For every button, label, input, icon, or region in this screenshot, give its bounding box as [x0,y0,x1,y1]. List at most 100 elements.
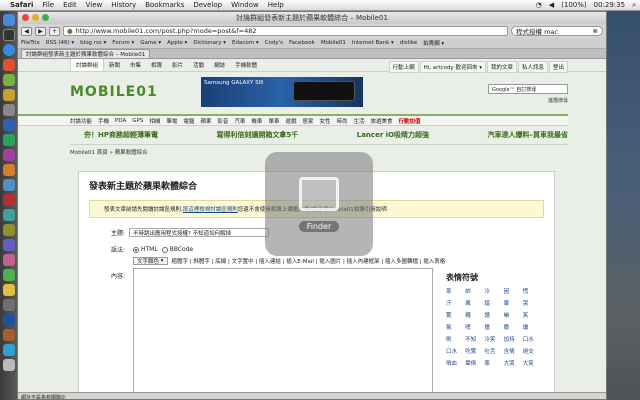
forward-button[interactable]: ▶ [35,26,46,36]
app-dock-icon[interactable] [2,269,15,281]
app-dock-icon[interactable] [2,119,15,131]
app-dock-icon[interactable] [2,104,15,116]
nav-market[interactable]: 市集 [125,59,146,71]
menu-history[interactable]: History [111,1,136,9]
emoji-item[interactable]: 含情 [504,347,523,355]
trash-dock-icon[interactable] [2,359,15,371]
category-item[interactable]: PDA [115,118,126,124]
app-dock-icon[interactable] [2,59,15,71]
category-item[interactable]: 討論功能 [70,117,92,125]
emoji-item[interactable]: 寒 [484,359,503,367]
app-dock-icon[interactable] [2,164,15,176]
promo-link[interactable]: 寫得利倍刻讓開箱文拿5千 [216,130,298,140]
emoji-item[interactable]: 口水 [523,335,542,343]
app-dock-icon[interactable] [2,299,15,311]
bookmark-item[interactable]: dislike [400,40,417,46]
category-item[interactable]: 機車 [251,117,262,125]
google-search-input[interactable]: Google™ 自訂搜尋 [488,84,568,94]
menu-window[interactable]: Window [231,1,259,9]
category-item[interactable]: 生活 [354,117,365,125]
nav-album[interactable]: 相簿 [146,59,167,71]
rules-link[interactable]: 按這裡檢視討論區規則 [183,205,238,213]
nav-events[interactable]: 活動 [188,59,209,71]
app-dock-icon[interactable] [2,89,15,101]
format-tools[interactable]: 粗體字 | 斜體字 | 底線 | 文字置中 | 插入連結 | 插入E-Mail … [172,257,446,265]
bookmark-item[interactable]: Forum ▾ [112,40,134,46]
emoji-item[interactable]: 困 [504,287,523,295]
address-bar[interactable]: ● http://www.mobile01.com/post.php?mode=… [63,26,508,36]
category-item[interactable]: 汽車 [234,117,245,125]
finder-dock-icon[interactable] [2,14,15,26]
subject-input[interactable]: 不時跳出應用程式授權? 不知道如何解掉 [129,228,269,237]
minimize-icon[interactable] [32,14,39,21]
emoji-item[interactable]: 汗 [446,299,465,307]
app-dock-icon[interactable] [2,329,15,341]
category-item[interactable]: 時尚 [337,117,348,125]
safari-dock-icon[interactable] [2,44,15,56]
menu-app[interactable]: Safari [10,1,33,9]
bookmark-item[interactable]: Facebook [289,40,315,46]
emoji-item[interactable]: 吐舌 [484,347,503,355]
promo-link[interactable]: Lancer iO吸睛力超強 [357,130,429,140]
app-dock-icon[interactable] [2,74,15,86]
nav-blog[interactable]: 網誌 [209,59,230,71]
category-item[interactable]: 電腦 [183,117,194,125]
emoji-item[interactable]: 大笑 [523,359,542,367]
emoji-item[interactable]: 笑 [523,311,542,319]
app-dock-icon[interactable] [2,344,15,356]
back-button[interactable]: ◀ [21,26,32,36]
spotlight-icon[interactable]: ⌕ [632,1,636,10]
close-icon[interactable] [22,14,29,21]
nav-forum[interactable]: 討論群組 [70,59,105,71]
bookmark-item[interactable]: blog rss ▾ [80,40,106,46]
emoji-item[interactable]: 嚇 [504,311,523,319]
bookmark-item[interactable]: Apple ▾ [167,40,187,46]
emoji-item[interactable]: 大哭 [504,359,523,367]
bookmark-item[interactable]: 拍賣網 ▾ [423,39,444,47]
wifi-icon[interactable]: ◔ [536,1,542,9]
emoji-item[interactable]: 讚 [484,311,503,319]
tab-active[interactable]: 討論群組發表新主題於蘋果軟體綜合 – Mobile01 [21,49,151,58]
search-field[interactable]: 程式授權 mac ⊗ [511,26,603,36]
app-dock-icon[interactable] [2,314,15,326]
category-item[interactable]: 筆電 [166,117,177,125]
emoji-item[interactable]: 哭 [523,299,542,307]
emoji-item[interactable]: 嗯 [465,323,484,331]
app-dock-icon[interactable] [2,194,15,206]
emoji-item[interactable]: 糟 [465,311,484,319]
emoji-item[interactable]: 加持 [504,335,523,343]
share-button[interactable]: + [49,26,60,36]
category-item[interactable]: 遊戲 [285,117,296,125]
emoji-item[interactable]: 讀 [523,323,542,331]
zoom-icon[interactable] [42,14,49,21]
emoji-item[interactable]: 吃驚 [465,347,484,355]
emoji-item[interactable]: 冷 [484,287,503,295]
content-textarea[interactable] [133,268,433,399]
app-dock-icon[interactable] [2,149,15,161]
app-dock-icon[interactable] [2,179,15,191]
category-item[interactable]: 女性 [319,117,330,125]
bookmark-item[interactable]: Mobile01 [321,40,346,46]
emoji-item[interactable]: 口水 [446,347,465,355]
emoji-item[interactable]: 撞 [484,323,503,331]
ad-banner[interactable]: Samsung GALAXY SIII [201,77,363,107]
emoji-item[interactable]: 撒 [504,323,523,331]
emoji-item[interactable]: 氣 [446,323,465,331]
emoji-item[interactable]: 慌 [523,287,542,295]
advanced-search-link[interactable]: 進階搜尋 [548,97,568,104]
category-item[interactable]: 單車 [268,117,279,125]
emoji-item[interactable]: 暈倒 [465,359,484,367]
category-item[interactable]: 手機 [98,117,109,125]
menu-bookmarks[interactable]: Bookmarks [145,1,184,9]
emoji-item[interactable]: 絕交 [523,347,542,355]
promo-link[interactable]: 汽車達人爆料–買車我最省 [488,130,569,140]
emoji-item[interactable]: 錯 [484,299,503,307]
app-dock-icon[interactable] [2,224,15,236]
nav-apps[interactable]: 手機軟體 [230,59,262,71]
dashboard-dock-icon[interactable] [2,29,15,41]
nav-news[interactable]: 新聞 [104,59,125,71]
bookmark-item[interactable]: RSS (46) ▾ [46,40,74,46]
menu-edit[interactable]: Edit [63,1,77,9]
clock[interactable]: 00:29:35 [594,1,625,9]
menu-develop[interactable]: Develop [193,1,222,9]
